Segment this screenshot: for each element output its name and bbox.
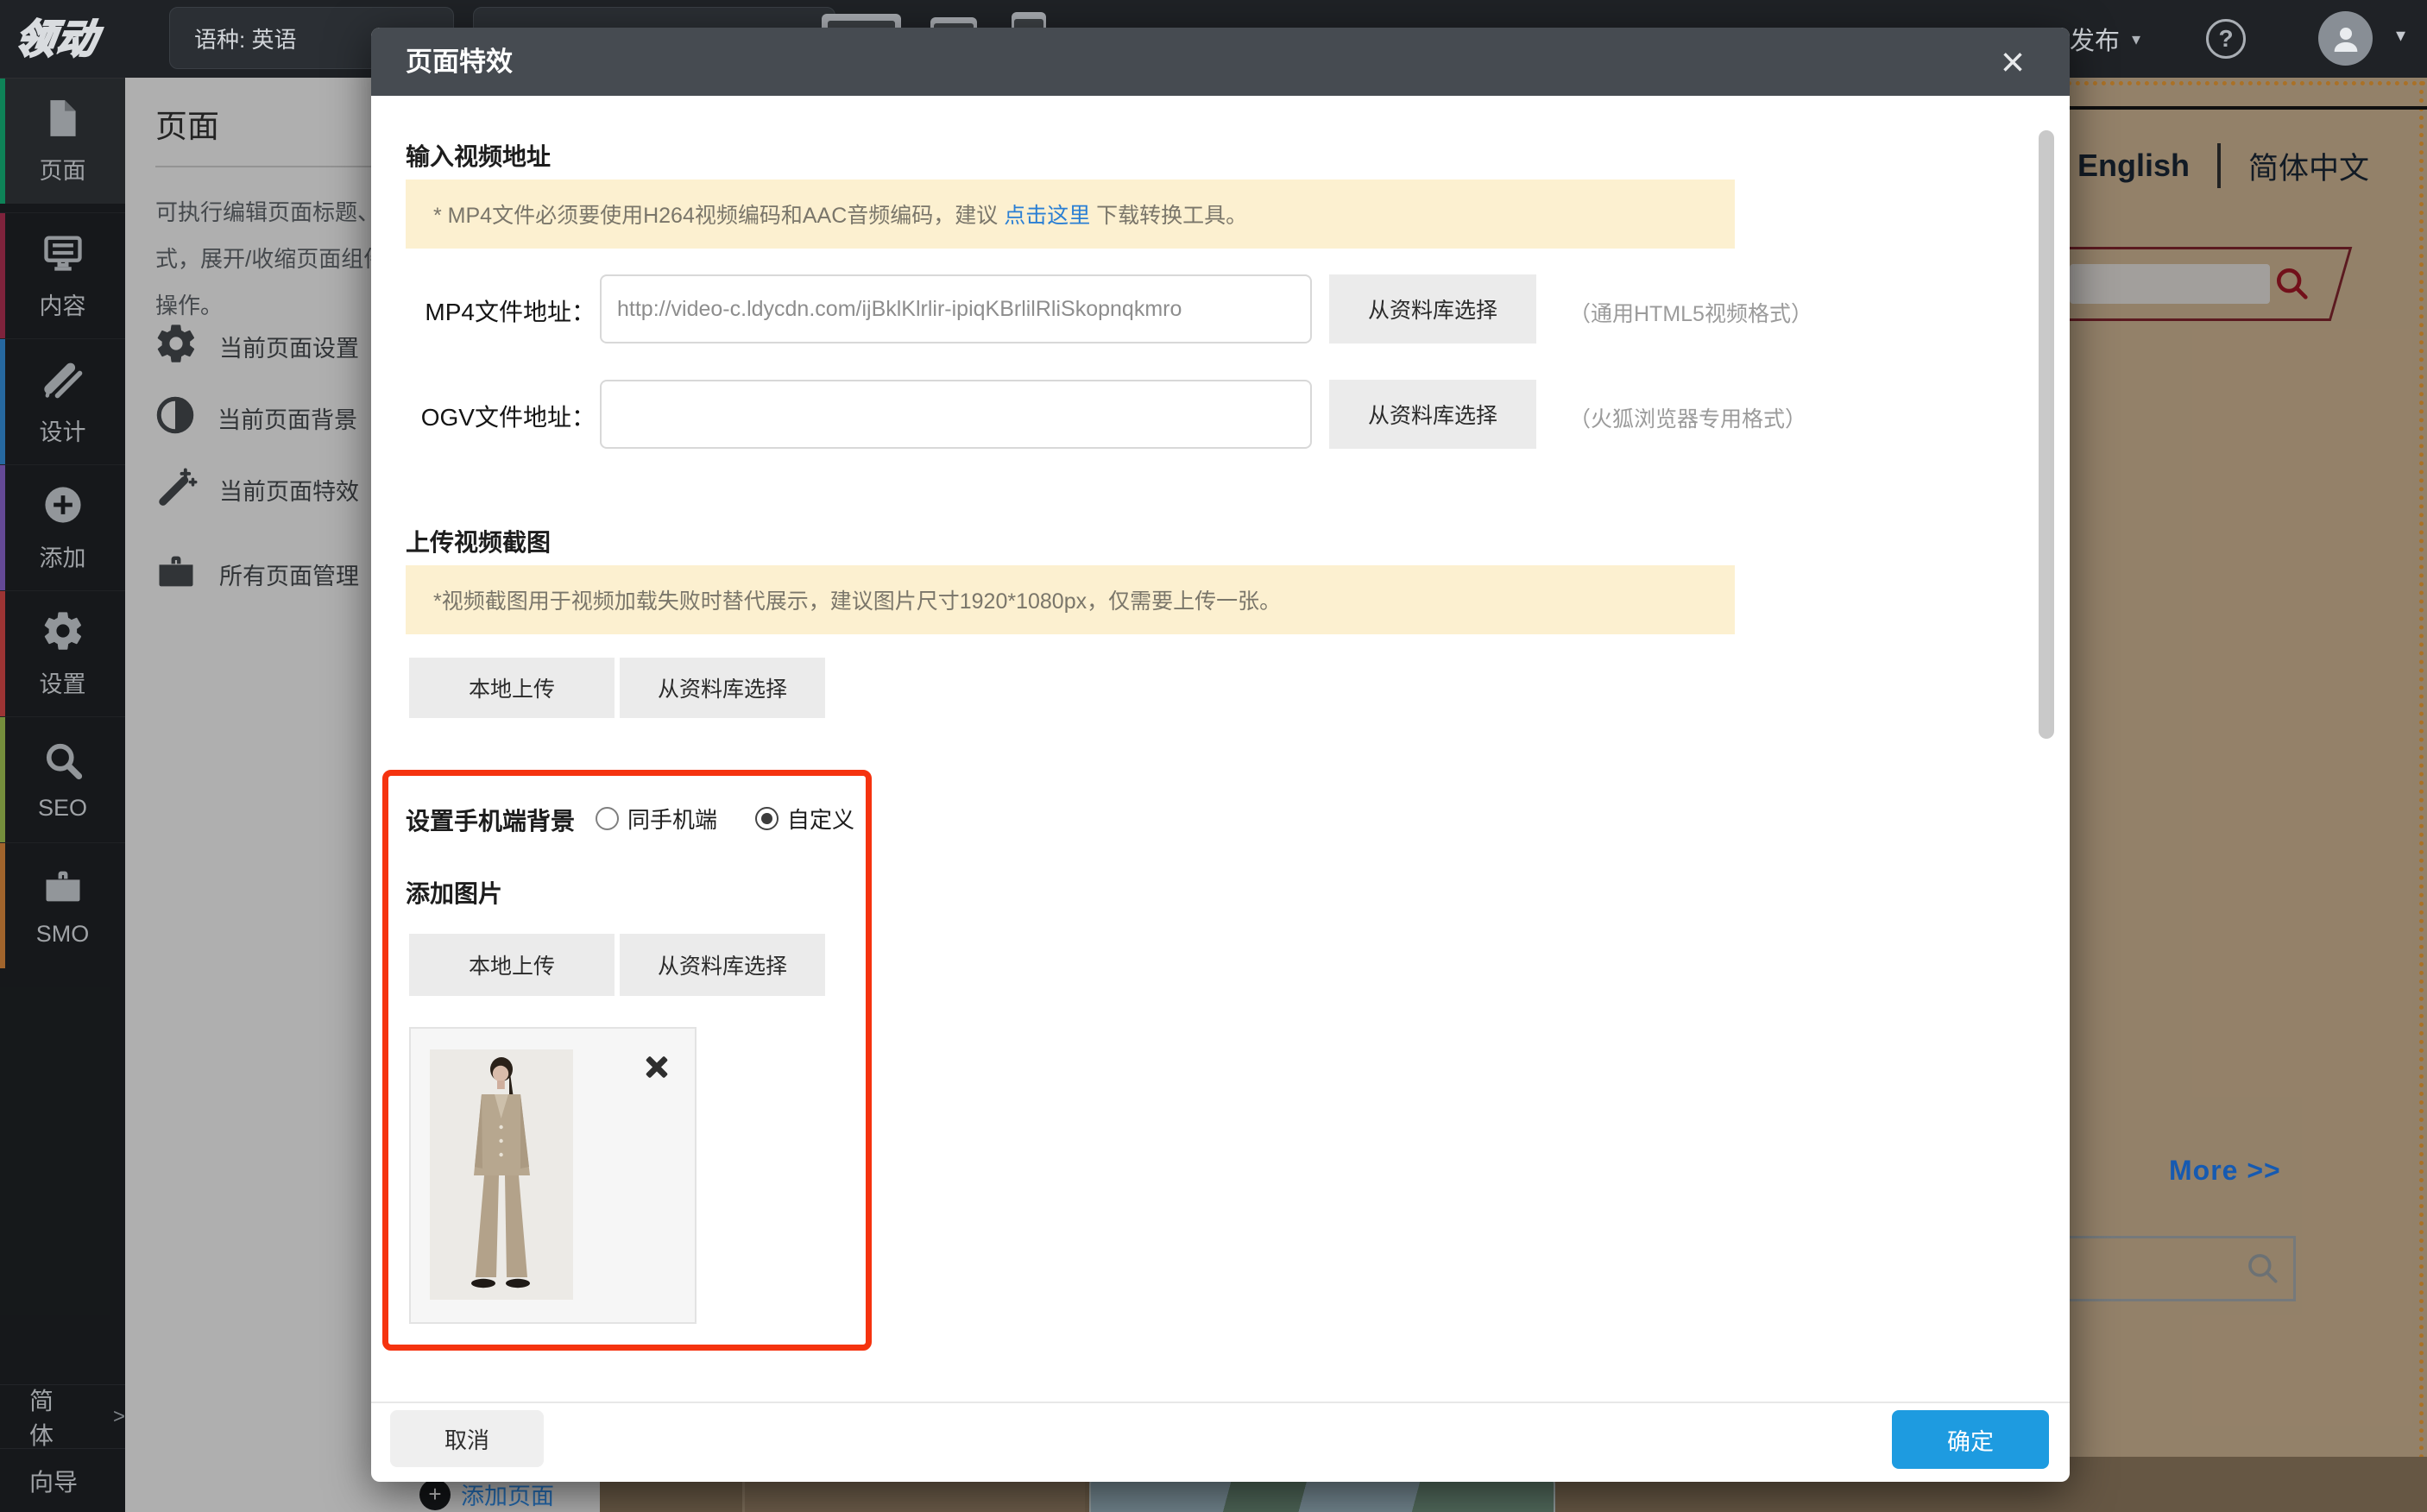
modal-scrollbar[interactable] [2039, 130, 2054, 739]
local-upload-button[interactable]: 本地上传 [409, 934, 615, 996]
modal-header: 页面特效 × [371, 28, 2070, 96]
uploaded-image-preview [430, 1049, 573, 1300]
click-here-link[interactable]: 点击这里 [1004, 198, 1090, 230]
app-root: English 简体中文 More >> 页面 可执行编辑页面标题、U 式，展开… [0, 0, 2427, 1512]
radio-same-mobile[interactable]: 同手机端 [596, 803, 717, 835]
cancel-button[interactable]: 取消 [390, 1410, 544, 1467]
ogv-hint: （火狐浏览器专用格式） [1569, 402, 1806, 433]
notice-text: 下载转换工具。 [1090, 198, 1247, 230]
local-upload-button[interactable]: 本地上传 [409, 658, 615, 718]
avatar[interactable] [2318, 11, 2373, 66]
mobile-bg-label: 设置手机端背景 [406, 803, 575, 837]
ogv-library-button[interactable]: 从资料库选择 [1329, 380, 1536, 449]
mp4-library-button[interactable]: 从资料库选择 [1329, 274, 1536, 343]
chevron-down-icon: ▾ [2132, 28, 2140, 50]
radio-label: 自定义 [787, 803, 854, 835]
library-select-button[interactable]: 从资料库选择 [620, 658, 825, 718]
publish-label: 发布 [2070, 21, 2120, 57]
confirm-button[interactable]: 确定 [1892, 1410, 2049, 1469]
radio-label: 同手机端 [627, 803, 717, 835]
mp4-hint: （通用HTML5视频格式） [1569, 297, 1812, 328]
modal-title: 页面特效 [406, 28, 513, 96]
footer-divider [371, 1402, 2070, 1403]
page-effects-modal: 页面特效 × 输入视频地址 * MP4文件必须要使用H264视频编码和AAC音频… [371, 28, 2070, 1482]
user-icon [2329, 22, 2363, 56]
screenshot-notice: *视频截图用于视频加载失败时替代展示，建议图片尺寸1920*1080px，仅需要… [406, 565, 1735, 634]
publish-button[interactable]: 发布 ▾ [2070, 0, 2140, 78]
chevron-down-icon[interactable]: ▾ [2396, 24, 2405, 47]
section-upload-screenshot: 上传视频截图 [406, 524, 551, 558]
radio-custom[interactable]: 自定义 [755, 803, 854, 835]
help-icon[interactable]: ? [2206, 19, 2246, 59]
radio-checked-icon[interactable] [755, 807, 779, 830]
ogv-url-label: OGV文件地址： [380, 399, 596, 433]
notice-text: * MP4文件必须要使用H264视频编码和AAC音频编码，建议 [433, 198, 1004, 230]
add-image-label: 添加图片 [406, 875, 502, 910]
notice-text: *视频截图用于视频加载失败时替代展示，建议图片尺寸1920*1080px，仅需要… [433, 584, 1281, 615]
remove-image-icon[interactable] [641, 1051, 672, 1082]
video-format-notice: * MP4文件必须要使用H264视频编码和AAC音频编码，建议 点击这里 下载转… [406, 180, 1735, 249]
library-select-button[interactable]: 从资料库选择 [620, 934, 825, 996]
mp4-url-input[interactable] [600, 274, 1312, 343]
radio-unchecked-icon[interactable] [596, 807, 619, 830]
close-icon[interactable]: × [1990, 40, 2035, 85]
section-video-url: 输入视频地址 [406, 138, 551, 173]
app-logo: 领动 [11, 10, 157, 67]
image-thumbnail-container [409, 1027, 697, 1324]
mp4-url-label: MP4文件地址： [380, 293, 596, 328]
ogv-url-input[interactable] [600, 380, 1312, 449]
